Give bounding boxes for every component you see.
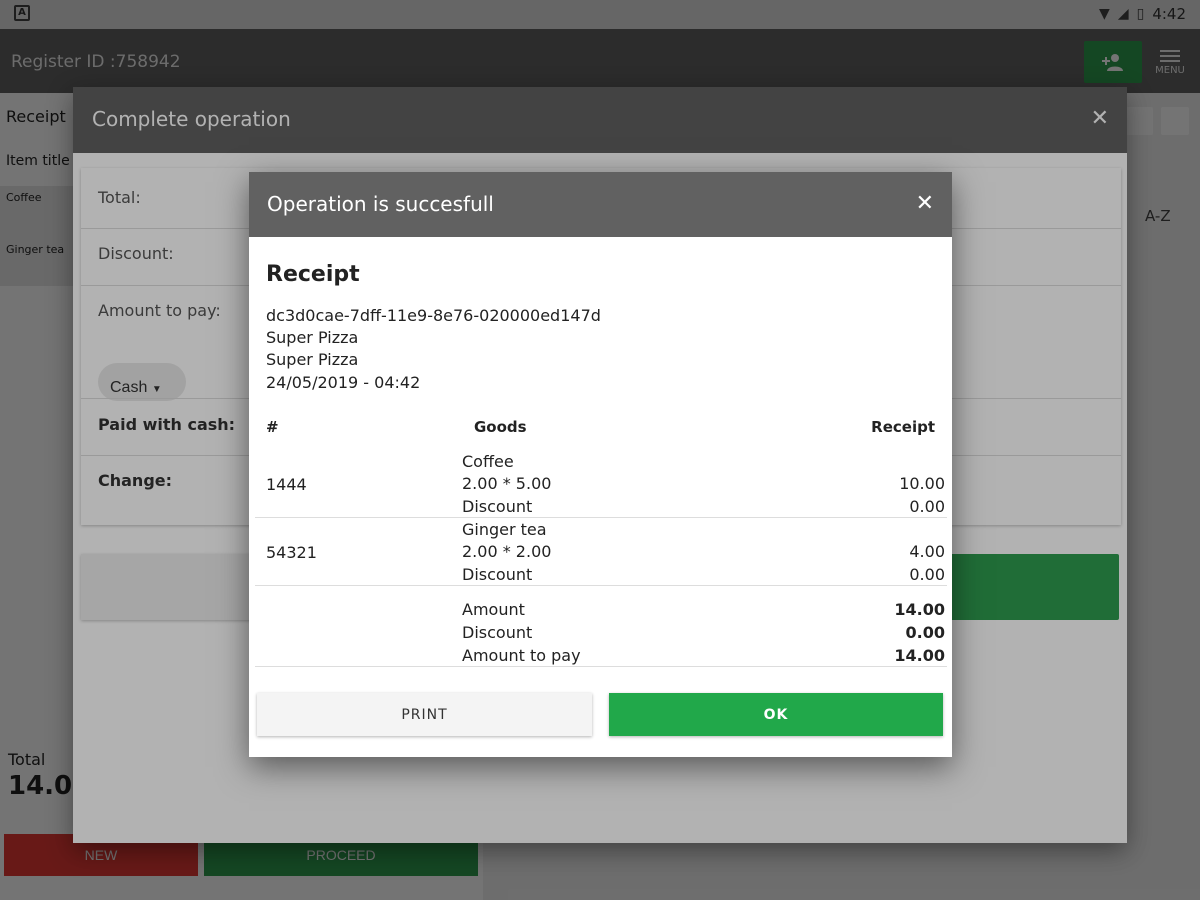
receipt-title: Receipt (266, 262, 360, 287)
item-total: 4.00 (909, 542, 945, 561)
item-discount: 0.00 (909, 565, 945, 584)
item-number: 54321 (266, 543, 317, 562)
dialog-header: Operation is succesfull ✕ (249, 172, 952, 237)
close-icon[interactable]: ✕ (916, 190, 934, 216)
summary-to-pay: 14.00 (894, 646, 945, 665)
summary-discount-label: Discount (462, 623, 533, 642)
summary-amount-label: Amount (462, 600, 525, 619)
item-number: 1444 (266, 475, 307, 494)
item-total: 10.00 (899, 474, 945, 493)
summary-discount: 0.00 (905, 623, 945, 642)
print-button[interactable]: PRINT (257, 693, 592, 736)
item-qty-price: 2.00 * 5.00 (462, 474, 552, 493)
store-name: Super Pizza (266, 350, 359, 369)
ok-button[interactable]: OK (609, 693, 943, 736)
column-header-num: # (266, 418, 279, 436)
item-name: Coffee (462, 452, 514, 471)
item-name: Ginger tea (462, 520, 547, 539)
item-discount: 0.00 (909, 497, 945, 516)
success-dialog: Operation is succesfull ✕ Receipt dc3d0c… (249, 172, 952, 757)
receipt-id: dc3d0cae-7dff-11e9-8e76-020000ed147d (266, 306, 601, 325)
column-header-receipt: Receipt (871, 418, 935, 436)
item-discount-label: Discount (462, 497, 533, 516)
item-discount-label: Discount (462, 565, 533, 584)
column-header-goods: Goods (474, 418, 527, 436)
summary-to-pay-label: Amount to pay (462, 646, 581, 665)
summary-amount: 14.00 (894, 600, 945, 619)
receipt-datetime: 24/05/2019 - 04:42 (266, 373, 421, 392)
company-name: Super Pizza (266, 328, 359, 347)
dialog-title: Operation is succesfull (267, 192, 494, 216)
item-qty-price: 2.00 * 2.00 (462, 542, 552, 561)
